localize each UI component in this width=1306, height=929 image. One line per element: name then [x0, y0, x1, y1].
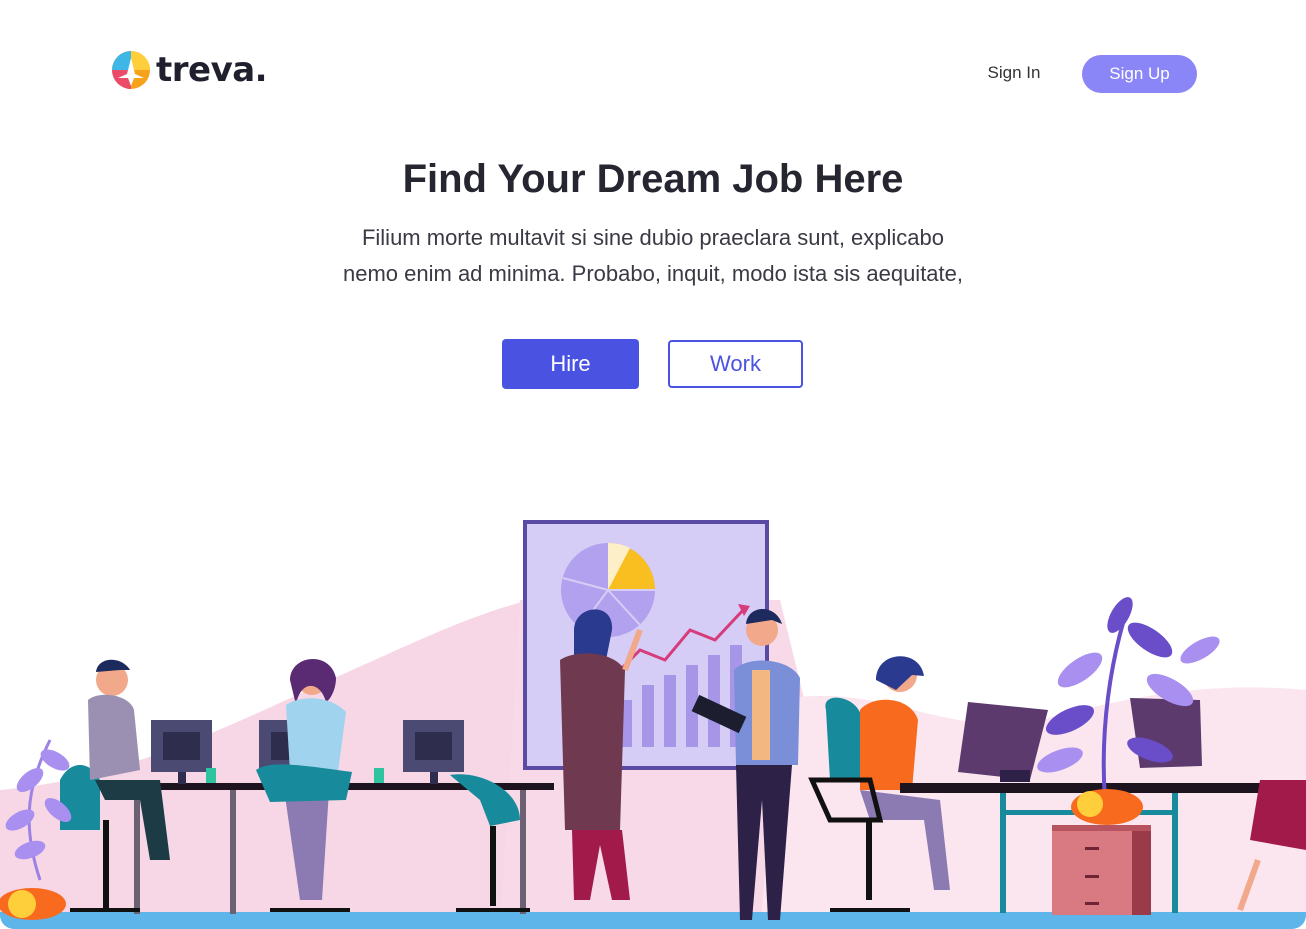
- logo-mark-icon: [112, 51, 150, 89]
- page-title: Find Your Dream Job Here: [402, 157, 904, 201]
- pencil-cup-icon: [206, 768, 216, 783]
- pencil-cup-icon: [374, 768, 384, 783]
- sign-in-link[interactable]: Sign In: [970, 60, 1058, 86]
- hero-subtitle: Filium morte multavit si sine dubio prae…: [253, 220, 1053, 292]
- office-team-illustration: [0, 520, 1306, 929]
- whiteboard: [523, 520, 769, 770]
- hire-button[interactable]: Hire: [502, 339, 639, 389]
- drawer-cabinet: [1052, 825, 1151, 915]
- hero-subtitle-line-2: nemo enim ad minima. Probabo, inquit, mo…: [343, 261, 963, 286]
- hero-subtitle-line-1: Filium morte multavit si sine dubio prae…: [361, 225, 945, 250]
- brand-name: treva.: [156, 50, 268, 90]
- brand-logo[interactable]: treva.: [108, 50, 268, 90]
- work-button[interactable]: Work: [668, 340, 803, 388]
- landing-page: treva. Sign In Sign Up Find Your Dream J…: [0, 0, 1306, 929]
- sign-up-button[interactable]: Sign Up: [1082, 55, 1197, 93]
